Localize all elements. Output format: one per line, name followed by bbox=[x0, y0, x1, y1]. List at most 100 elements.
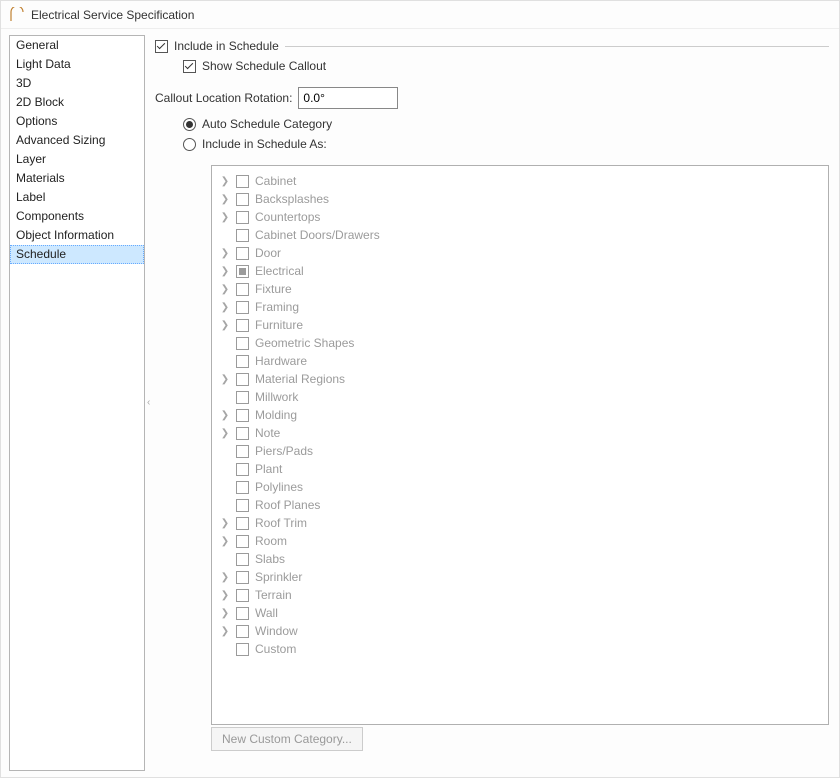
sidebar-item-light-data[interactable]: Light Data bbox=[10, 55, 144, 74]
tree-row: ❯Millwork bbox=[220, 388, 820, 406]
new-custom-category-button[interactable]: New Custom Category... bbox=[211, 727, 363, 751]
expand-arrow-icon: ❯ bbox=[220, 266, 230, 277]
category-checkbox bbox=[236, 553, 249, 566]
auto-schedule-category-radio[interactable] bbox=[183, 118, 196, 131]
tree-row: ❯Roof Planes bbox=[220, 496, 820, 514]
tree-row: ❯Framing bbox=[220, 298, 820, 316]
new-custom-category-row: New Custom Category... bbox=[211, 732, 829, 746]
tree-row: ❯ Door bbox=[220, 244, 820, 262]
category-label: Roof Trim bbox=[255, 516, 307, 530]
tree-row: ❯Geometric Shapes bbox=[220, 334, 820, 352]
category-label: Plant bbox=[255, 462, 282, 476]
expand-arrow-icon: ❯ bbox=[220, 212, 230, 223]
include-in-schedule-row: Include in Schedule bbox=[155, 39, 829, 53]
show-schedule-callout-label: Show Schedule Callout bbox=[202, 59, 326, 73]
category-checkbox bbox=[236, 211, 249, 224]
category-checkbox bbox=[236, 193, 249, 206]
category-label: Electrical bbox=[255, 264, 304, 278]
tree-row: ❯ Fixture bbox=[220, 280, 820, 298]
category-label: Wall bbox=[255, 606, 278, 620]
category-label: Cabinet Doors/Drawers bbox=[255, 228, 380, 242]
sidebar-item-general[interactable]: General bbox=[10, 36, 144, 55]
expand-arrow-icon: ❯ bbox=[220, 428, 230, 439]
app-icon bbox=[9, 7, 25, 23]
sidebar: GeneralLight Data3D2D BlockOptionsAdvanc… bbox=[9, 35, 145, 771]
sidebar-item-object-information[interactable]: Object Information bbox=[10, 226, 144, 245]
category-tree[interactable]: ❯Cabinet❯Backsplashes❯Countertops❯Cabine… bbox=[211, 165, 829, 725]
sidebar-item-label[interactable]: Label bbox=[10, 188, 144, 207]
expand-arrow-icon: ❯ bbox=[220, 176, 230, 187]
expand-arrow-icon: ❯ bbox=[220, 374, 230, 385]
category-label: Material Regions bbox=[255, 372, 345, 386]
show-schedule-callout-checkbox[interactable] bbox=[183, 60, 196, 73]
include-as-label: Include in Schedule As: bbox=[202, 137, 327, 151]
tree-row: ❯Polylines bbox=[220, 478, 820, 496]
include-in-schedule-label: Include in Schedule bbox=[174, 39, 279, 53]
tree-row: ❯ Roof Trim bbox=[220, 514, 820, 532]
expand-arrow-icon: ❯ bbox=[220, 536, 230, 547]
sidebar-item-schedule[interactable]: Schedule bbox=[10, 245, 144, 264]
titlebar: Electrical Service Specification bbox=[1, 1, 839, 29]
category-label: Polylines bbox=[255, 480, 303, 494]
tree-row: ❯ Countertops bbox=[220, 208, 820, 226]
category-label: Molding bbox=[255, 408, 297, 422]
category-label: Roof Planes bbox=[255, 498, 320, 512]
category-label: Backsplashes bbox=[255, 192, 329, 206]
category-checkbox bbox=[236, 535, 249, 548]
splitter[interactable]: ‹ bbox=[145, 29, 155, 777]
dialog-body: GeneralLight Data3D2D BlockOptionsAdvanc… bbox=[1, 29, 839, 777]
category-checkbox bbox=[236, 175, 249, 188]
expand-arrow-icon: ❯ bbox=[220, 590, 230, 601]
category-checkbox bbox=[236, 571, 249, 584]
callout-rotation-input[interactable] bbox=[298, 87, 398, 109]
auto-schedule-category-row: Auto Schedule Category bbox=[183, 117, 829, 131]
callout-rotation-label: Callout Location Rotation: bbox=[155, 91, 292, 105]
category-checkbox bbox=[236, 373, 249, 386]
category-label: Sprinkler bbox=[255, 570, 302, 584]
sidebar-item-advanced-sizing[interactable]: Advanced Sizing bbox=[10, 131, 144, 150]
category-label: Furniture bbox=[255, 318, 303, 332]
category-label: Cabinet bbox=[255, 174, 296, 188]
sidebar-item-options[interactable]: Options bbox=[10, 112, 144, 131]
show-schedule-callout-row: Show Schedule Callout bbox=[183, 59, 829, 73]
expand-arrow-icon: ❯ bbox=[220, 248, 230, 259]
expand-arrow-icon: ❯ bbox=[220, 410, 230, 421]
splitter-handle-icon: ‹ bbox=[147, 398, 150, 408]
expand-arrow-icon: ❯ bbox=[220, 518, 230, 529]
category-checkbox bbox=[236, 643, 249, 656]
include-as-radio[interactable] bbox=[183, 138, 196, 151]
expand-arrow-icon: ❯ bbox=[220, 608, 230, 619]
category-label: Window bbox=[255, 624, 298, 638]
sidebar-item-2d-block[interactable]: 2D Block bbox=[10, 93, 144, 112]
sidebar-item-components[interactable]: Components bbox=[10, 207, 144, 226]
tree-row: ❯Slabs bbox=[220, 550, 820, 568]
sidebar-item-3d[interactable]: 3D bbox=[10, 74, 144, 93]
auto-schedule-category-label: Auto Schedule Category bbox=[202, 117, 332, 131]
sidebar-item-layer[interactable]: Layer bbox=[10, 150, 144, 169]
expand-arrow-icon: ❯ bbox=[220, 626, 230, 637]
category-label: Countertops bbox=[255, 210, 320, 224]
tree-row: ❯Room bbox=[220, 532, 820, 550]
category-label: Terrain bbox=[255, 588, 292, 602]
tree-row: ❯ Cabinet bbox=[220, 172, 820, 190]
tree-row: ❯Backsplashes bbox=[220, 190, 820, 208]
window-title: Electrical Service Specification bbox=[31, 8, 194, 22]
tree-row: ❯Custom bbox=[220, 640, 820, 658]
include-as-row: Include in Schedule As: bbox=[183, 137, 829, 151]
category-label: Fixture bbox=[255, 282, 292, 296]
category-checkbox bbox=[236, 463, 249, 476]
category-label: Door bbox=[255, 246, 281, 260]
include-in-schedule-checkbox[interactable] bbox=[155, 40, 168, 53]
category-checkbox bbox=[236, 499, 249, 512]
tree-row: ❯Cabinet Doors/Drawers bbox=[220, 226, 820, 244]
tree-row: ❯ Electrical bbox=[220, 262, 820, 280]
category-checkbox bbox=[236, 337, 249, 350]
category-checkbox bbox=[236, 427, 249, 440]
tree-row: ❯Note bbox=[220, 424, 820, 442]
tree-row: ❯ Terrain bbox=[220, 586, 820, 604]
category-label: Geometric Shapes bbox=[255, 336, 354, 350]
sidebar-item-materials[interactable]: Materials bbox=[10, 169, 144, 188]
tree-row: ❯ Material Regions bbox=[220, 370, 820, 388]
category-label: Slabs bbox=[255, 552, 285, 566]
expand-arrow-icon: ❯ bbox=[220, 284, 230, 295]
